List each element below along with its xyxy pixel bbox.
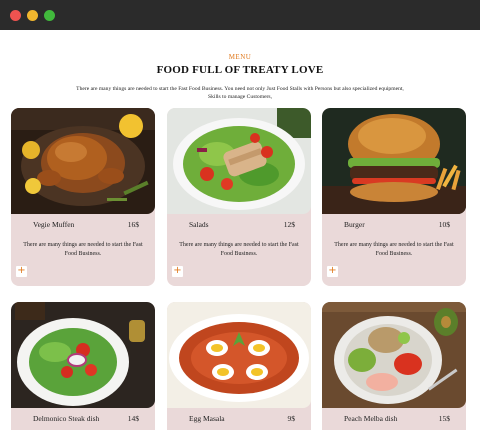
menu-item-name: Peach Melba dish (344, 414, 398, 423)
menu-item-description: There are many things are needed to star… (334, 242, 454, 257)
buddha-bowl-image (322, 302, 466, 408)
menu-item-price: 16$ (127, 220, 139, 229)
section-description: There are many things are needed to star… (76, 86, 404, 100)
burger-image (322, 108, 466, 214)
menu-item-name: Salads (189, 220, 209, 229)
menu-card: Burger 10$ There are many things are nee… (322, 108, 466, 286)
add-to-cart-button[interactable]: + (172, 266, 183, 277)
add-to-cart-button[interactable]: + (327, 266, 338, 277)
close-window-button[interactable] (10, 10, 21, 21)
menu-card: Vegie Muffen 16$ There are many things a… (11, 108, 155, 286)
menu-item-name: Delmonico Steak dish (33, 414, 100, 423)
section-kicker: MENU (228, 53, 252, 61)
menu-item-name: Vegie Muffen (33, 220, 75, 229)
zoom-window-button[interactable] (44, 10, 55, 21)
menu-item-name: Burger (344, 220, 365, 229)
menu-item-price: 12$ (283, 220, 295, 229)
menu-card: Peach Melba dish 15$ (322, 302, 466, 430)
menu-card: Delmonico Steak dish 14$ (11, 302, 155, 430)
menu-item-price: 10$ (438, 220, 450, 229)
window-titlebar (0, 0, 480, 30)
steak-salad-image (11, 302, 155, 408)
menu-item-description: There are many things are needed to star… (179, 242, 299, 257)
browser-window: MENU FOOD FULL OF TREATY LOVE There are … (0, 0, 480, 430)
add-to-cart-button[interactable]: + (16, 266, 27, 277)
menu-item-price: 14$ (127, 414, 139, 423)
menu-item-name: Egg Masala (189, 414, 225, 423)
minimize-window-button[interactable] (27, 10, 38, 21)
egg-masala-image (167, 302, 311, 408)
menu-item-price: 15$ (438, 414, 450, 423)
menu-item-price: 9$ (287, 414, 296, 423)
roast-chicken-image (11, 108, 155, 214)
chicken-salad-image (167, 108, 311, 214)
menu-card: Salads 12$ There are many things are nee… (167, 108, 311, 286)
menu-card: Egg Masala 9$ (167, 302, 311, 430)
menu-item-description: There are many things are needed to star… (23, 242, 143, 257)
section-title: FOOD FULL OF TREATY LOVE (156, 64, 324, 76)
